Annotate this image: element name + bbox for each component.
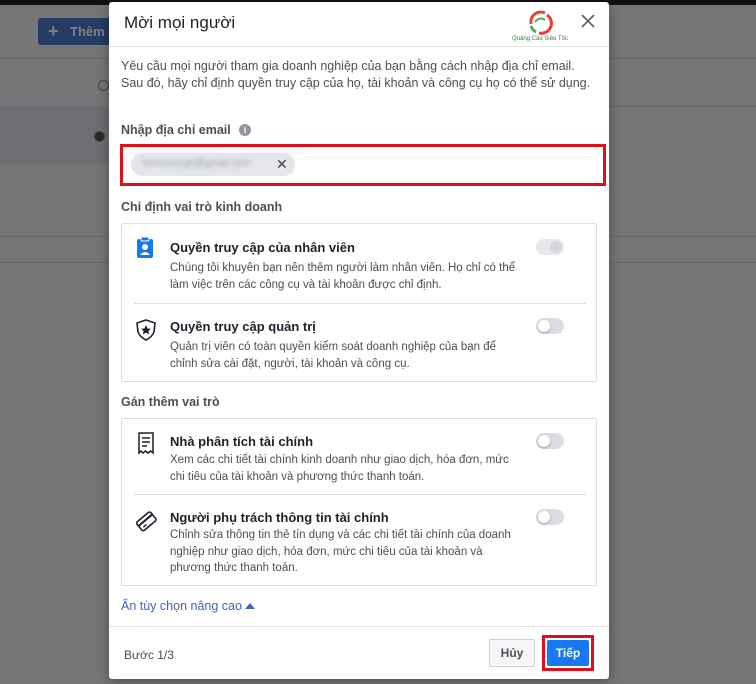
dialog-title: Mời mọi người: [124, 13, 236, 32]
role-description: Xem các chi tiết tài chính kinh doanh nh…: [170, 454, 509, 483]
intro-text: Yêu cầu mọi người tham gia doanh nghiệp …: [121, 59, 591, 90]
email-input[interactable]: binhcuongh@gmail.com ✕: [120, 144, 606, 186]
admin-shield-icon: [134, 318, 158, 342]
cancel-button[interactable]: Hủy: [489, 639, 535, 667]
role-title: Người phụ trách thông tin tài chính: [170, 510, 389, 525]
role-title: Quyền truy cập của nhân viên: [170, 240, 355, 255]
employee-access-toggle[interactable]: [536, 239, 564, 255]
extra-role-title: Gán thêm vai trò: [121, 395, 220, 409]
extra-role-card: Nhà phân tích tài chính Xem các chi tiết…: [121, 418, 597, 586]
role-option-employee[interactable]: Quyền truy cập của nhân viên Chúng tôi k…: [122, 224, 596, 302]
business-role-card: Quyền truy cập của nhân viên Chúng tôi k…: [121, 223, 597, 382]
logo: Quảng Cáo Siêu Tốc: [509, 6, 571, 46]
admin-access-toggle[interactable]: [536, 318, 564, 334]
role-title: Quyền truy cập quản trị: [170, 319, 316, 334]
email-label: Nhập địa chỉ email: [121, 123, 231, 137]
dialog-header: Mời mọi người Quảng Cáo Siêu Tốc: [109, 2, 609, 47]
email-chip: binhcuongh@gmail.com ✕: [131, 153, 295, 176]
close-icon[interactable]: [579, 12, 597, 30]
logo-icon: [529, 10, 553, 35]
info-icon[interactable]: i: [239, 124, 251, 136]
hide-advanced-options-link[interactable]: Ẩn tùy chọn nâng cao: [121, 599, 255, 613]
business-role-title: Chỉ định vai trò kinh doanh: [121, 200, 283, 214]
role-option-finance-analyst[interactable]: Nhà phân tích tài chính Xem các chi tiết…: [122, 419, 596, 493]
role-title: Nhà phân tích tài chính: [170, 434, 314, 449]
caret-up-icon: [244, 603, 255, 609]
next-button[interactable]: Tiếp: [547, 640, 589, 666]
role-description: Chỉnh sửa thông tin thẻ tín dụng và các …: [170, 529, 511, 574]
role-description: Quản trị viên có toàn quyền kiểm soát do…: [170, 341, 497, 370]
remove-chip-icon[interactable]: ✕: [276, 156, 288, 173]
role-option-finance-editor[interactable]: Người phụ trách thông tin tài chính Chỉn…: [122, 495, 596, 583]
next-button-highlight: Tiếp: [542, 635, 594, 671]
invite-people-dialog: Mời mọi người Quảng Cáo Siêu Tốc Yêu cầu…: [109, 2, 609, 679]
email-chip-text: binhcuongh@gmail.com: [143, 158, 251, 169]
role-option-admin[interactable]: Quyền truy cập quản trị Quản trị viên có…: [122, 304, 596, 380]
finance-editor-toggle[interactable]: [536, 509, 564, 525]
logo-text: Quảng Cáo Siêu Tốc: [512, 36, 568, 42]
advanced-link-label: Ẩn tùy chọn nâng cao: [121, 599, 242, 613]
finance-analyst-toggle[interactable]: [536, 433, 564, 449]
credit-card-icon: [134, 509, 158, 533]
step-indicator: Bước 1/3: [124, 648, 174, 662]
dialog-footer: Bước 1/3 Hủy Tiếp: [109, 626, 609, 680]
receipt-icon: [134, 431, 158, 455]
employee-badge-icon: [134, 236, 158, 260]
role-description: Chúng tôi khuyên bạn nên thêm người làm …: [170, 262, 516, 291]
